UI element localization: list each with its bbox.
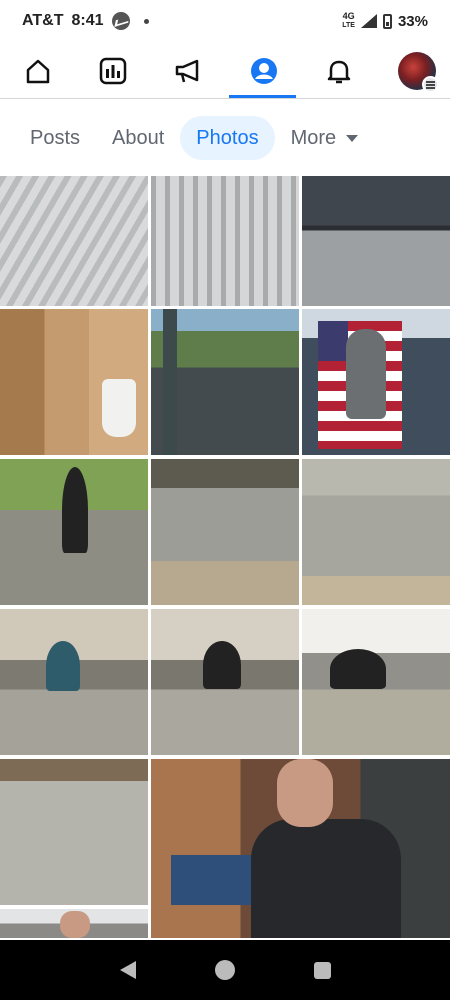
tab-more[interactable]: More [275, 116, 375, 160]
photo-tile[interactable] [151, 459, 299, 605]
person-shape [62, 467, 88, 553]
status-right: 4G LTE 33% [342, 12, 428, 30]
battery-percent: 33% [397, 12, 428, 30]
face-shape [277, 759, 333, 827]
nav-divider [0, 98, 450, 99]
photo-tile[interactable] [302, 459, 450, 605]
status-left: AT&T 8:41 [22, 12, 149, 30]
profile-icon[interactable] [248, 55, 280, 87]
person-shape [46, 641, 80, 691]
flag-canton-shape [318, 321, 348, 361]
carrier-label: AT&T [22, 12, 64, 29]
notification-dot-icon [143, 18, 149, 24]
photo-tile[interactable] [151, 759, 450, 938]
bell-icon[interactable] [323, 55, 355, 87]
photo-tile[interactable] [0, 176, 148, 306]
home-button-icon[interactable] [214, 960, 235, 980]
photo-tile[interactable] [302, 609, 450, 755]
network-type-bottom: LTE [342, 22, 355, 29]
photo-tile[interactable] [151, 309, 299, 455]
tab-about[interactable]: About [96, 116, 180, 160]
photo-tile[interactable] [302, 176, 450, 306]
toilet-shape [102, 379, 136, 437]
recent-apps-icon[interactable] [313, 961, 331, 979]
photo-tile[interactable] [0, 609, 148, 755]
post-shape [163, 309, 177, 455]
messenger-icon [111, 12, 130, 30]
home-icon[interactable] [22, 55, 54, 87]
tab-posts[interactable]: Posts [14, 116, 96, 160]
person-shape [330, 649, 386, 689]
profile-tabs: Posts About Photos More [0, 114, 450, 162]
status-bar: AT&T 8:41 4G LTE 33% [0, 0, 450, 42]
system-nav-bar [0, 940, 450, 1000]
photo-grid [0, 176, 450, 938]
tab-photos[interactable]: Photos [180, 116, 275, 160]
table-shape [171, 855, 251, 905]
person-shape [203, 641, 241, 689]
top-nav [0, 44, 450, 98]
photo-tile[interactable] [0, 759, 148, 905]
dashboard-icon[interactable] [97, 55, 129, 87]
caret-down-icon [346, 134, 359, 142]
person-shape [251, 819, 401, 938]
battery-icon [382, 13, 392, 29]
photo-tile[interactable] [0, 309, 148, 455]
network-type-icon: 4G LTE [342, 12, 355, 30]
face-shape [60, 911, 90, 938]
menu-icon [421, 76, 439, 93]
network-type-top: 4G [342, 11, 355, 21]
photo-tile[interactable] [302, 309, 450, 455]
avatar[interactable] [397, 52, 439, 93]
photo-tile[interactable] [0, 909, 148, 938]
photo-tile[interactable] [0, 459, 148, 605]
tab-more-label: More [290, 126, 337, 149]
signal-icon [360, 14, 377, 28]
photo-tile[interactable] [151, 609, 299, 755]
flag-figure-shape [346, 329, 386, 419]
back-icon[interactable] [119, 961, 136, 979]
megaphone-icon[interactable] [172, 55, 204, 87]
photo-tile[interactable] [151, 176, 299, 306]
clock: 8:41 [71, 12, 104, 29]
